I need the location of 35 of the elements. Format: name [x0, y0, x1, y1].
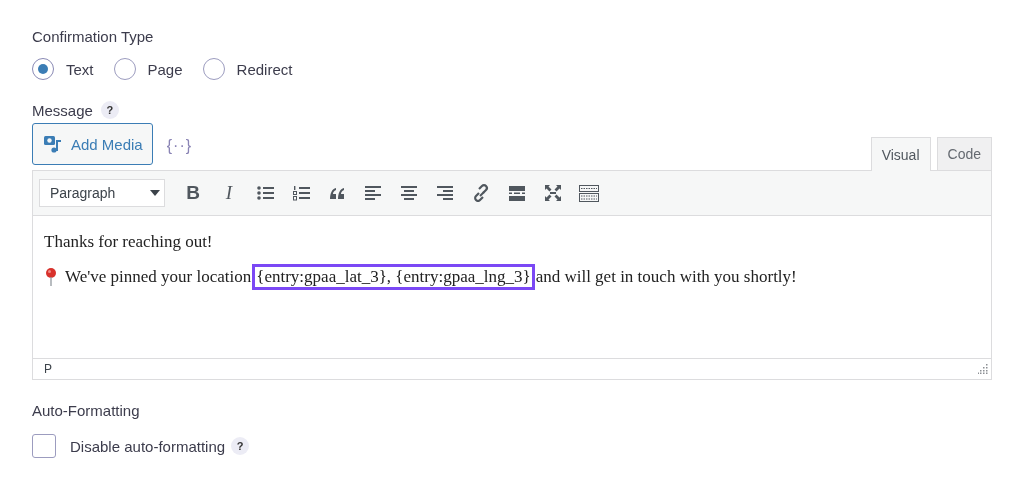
help-badge[interactable]: ?	[231, 437, 250, 455]
pin-icon	[44, 267, 58, 287]
caret-icon	[150, 190, 160, 196]
align-center-icon[interactable]	[400, 184, 418, 202]
radio-label: Redirect	[236, 60, 293, 78]
highlighted-merge-tags: {entry:gpaa_lat_3}, {entry:gpaa_lng_3}	[252, 264, 535, 290]
checkbox-label: Disable auto-formatting	[70, 437, 226, 455]
radio-label: Page	[147, 60, 183, 78]
help-badge[interactable]: ?	[100, 101, 119, 119]
read-more-icon[interactable]	[508, 184, 526, 202]
italic-button[interactable]: I	[211, 178, 247, 208]
bulleted-list-icon[interactable]	[256, 184, 274, 202]
section-label: Confirmation Type	[32, 26, 155, 46]
resize-handle-icon	[978, 364, 988, 374]
keyboard-icon[interactable]	[579, 184, 599, 202]
section-label: Auto-Formatting	[32, 400, 141, 420]
link-icon[interactable]	[472, 184, 490, 202]
fullscreen-icon[interactable]	[544, 184, 562, 202]
paragraph-text: and will get in touch with you shortly!	[535, 267, 797, 287]
numbered-list-icon[interactable]	[292, 184, 310, 202]
radio-label: Text	[66, 60, 94, 78]
editor-tab[interactable]: Code	[936, 137, 992, 170]
paragraph-text: We've pinned your location	[65, 267, 252, 287]
align-right-icon[interactable]	[436, 184, 454, 202]
section-label: Message	[32, 101, 93, 119]
element-path[interactable]: P	[44, 362, 52, 376]
media-icon	[43, 134, 63, 154]
editor-tab[interactable]: Visual	[870, 137, 931, 171]
paragraph-text: Thanks for reaching out!	[44, 232, 213, 252]
add-media-button[interactable]: Add Media	[32, 123, 153, 165]
bold-button[interactable]: B	[175, 178, 211, 208]
checkbox[interactable]	[32, 434, 56, 458]
editor-content[interactable]: Thanks for reaching out! We've pinned your location {entry:gpaa_lat_3}, {entry:gpaa_lng_3} and will get in touch with you shortly!	[33, 216, 991, 358]
align-left-icon[interactable]	[364, 184, 382, 202]
format-dropdown[interactable]: Paragraph	[39, 179, 165, 207]
